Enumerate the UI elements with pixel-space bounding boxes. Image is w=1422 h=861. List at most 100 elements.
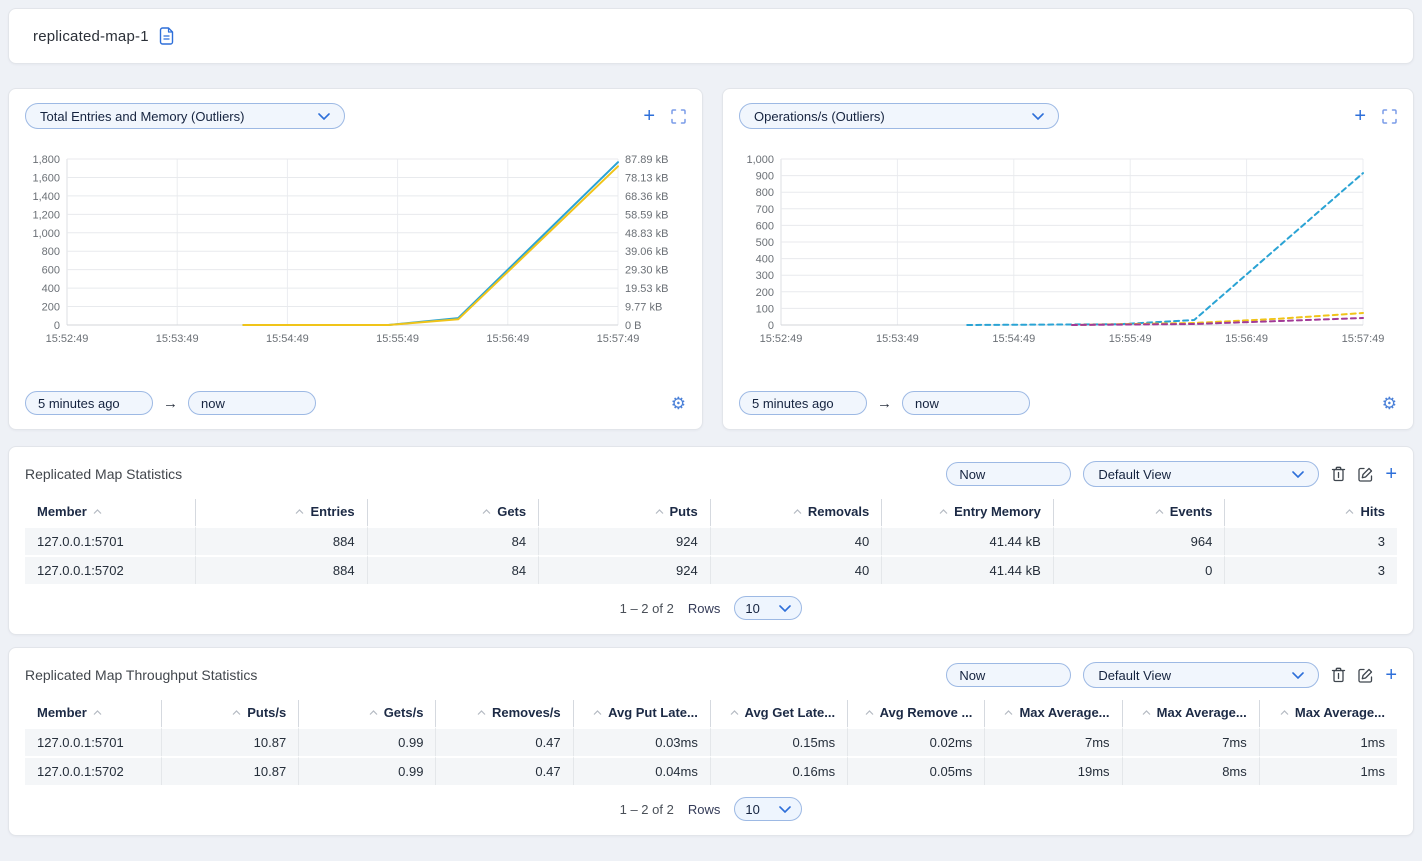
table-cell: 41.44 kB — [882, 555, 1054, 584]
table-cell: 884 — [196, 526, 368, 555]
edit-view-icon[interactable] — [1358, 467, 1373, 482]
column-header-member[interactable]: Member — [25, 499, 196, 526]
column-header-events[interactable]: Events — [1054, 499, 1226, 526]
table-cell: 0.99 — [299, 756, 436, 785]
time-to-input[interactable]: now — [902, 391, 1030, 415]
column-label: Avg Get Late... — [745, 705, 836, 720]
member-cell: 127.0.0.1:5701 — [25, 727, 162, 756]
member-cell: 127.0.0.1:5702 — [25, 555, 196, 584]
svg-text:29.30 kB: 29.30 kB — [625, 265, 668, 277]
entries-memory-line-chart: 15:52:4915:53:4915:54:4915:55:4915:56:49… — [25, 153, 686, 358]
table-cell: 3 — [1225, 526, 1397, 555]
document-icon[interactable] — [159, 27, 174, 45]
table-row[interactable]: 127.0.0.1:570110.870.990.470.03ms0.15ms0… — [25, 727, 1397, 756]
column-header-avg-remove[interactable]: Avg Remove ... — [848, 700, 985, 727]
settings-gear-icon[interactable]: ⚙ — [1382, 395, 1397, 412]
column-label: Removes/s — [492, 705, 561, 720]
fullscreen-icon[interactable] — [671, 109, 686, 124]
metric-select-value: Operations/s (Outliers) — [754, 109, 885, 124]
member-cell: 127.0.0.1:5702 — [25, 756, 162, 785]
sort-caret-icon — [295, 509, 304, 514]
add-chart-icon[interactable]: + — [1354, 106, 1366, 126]
svg-text:100: 100 — [756, 303, 774, 315]
time-point-input[interactable]: Now — [946, 663, 1071, 687]
column-header-max-average[interactable]: Max Average... — [1260, 700, 1397, 727]
delete-view-icon[interactable] — [1331, 466, 1346, 482]
svg-text:19.53 kB: 19.53 kB — [625, 283, 668, 295]
metric-select[interactable]: Operations/s (Outliers) — [739, 103, 1059, 129]
table-row[interactable]: 127.0.0.1:5702884849244041.44 kB03 — [25, 555, 1397, 584]
replicated-map-dashboard: replicated-map-1 Total Entries and Memor… — [0, 8, 1422, 861]
table-row[interactable]: 127.0.0.1:5701884849244041.44 kB9643 — [25, 526, 1397, 555]
rows-per-page-select[interactable]: 10 — [734, 797, 802, 821]
column-label: Max Average... — [1019, 705, 1109, 720]
svg-text:200: 200 — [42, 302, 60, 314]
add-view-icon[interactable]: + — [1385, 464, 1397, 484]
pagination-range: 1 – 2 of 2 — [620, 601, 674, 616]
operations-line-chart: 15:52:4915:53:4915:54:4915:55:4915:56:49… — [739, 153, 1397, 358]
table-cell: 884 — [196, 555, 368, 584]
rows-per-page-select[interactable]: 10 — [734, 596, 802, 620]
svg-text:600: 600 — [756, 220, 774, 232]
sort-caret-icon — [93, 509, 102, 514]
svg-text:15:57:49: 15:57:49 — [1342, 333, 1385, 345]
sort-caret-icon — [369, 710, 378, 715]
table-cell: 1ms — [1260, 727, 1397, 756]
svg-text:58.59 kB: 58.59 kB — [625, 209, 668, 221]
column-header-hits[interactable]: Hits — [1225, 499, 1397, 526]
metric-select[interactable]: Total Entries and Memory (Outliers) — [25, 103, 345, 129]
svg-text:48.83 kB: 48.83 kB — [625, 228, 668, 240]
table-cell: 10.87 — [162, 756, 299, 785]
svg-text:78.13 kB: 78.13 kB — [625, 172, 668, 184]
column-header-avg-put-late[interactable]: Avg Put Late... — [574, 700, 711, 727]
arrow-right-icon: → — [877, 395, 892, 412]
column-header-gets[interactable]: Gets — [368, 499, 540, 526]
add-chart-icon[interactable]: + — [643, 106, 655, 126]
edit-view-icon[interactable] — [1358, 668, 1373, 683]
time-from-input[interactable]: 5 minutes ago — [739, 391, 867, 415]
svg-text:15:53:49: 15:53:49 — [876, 333, 919, 345]
column-label: Member — [37, 705, 87, 720]
column-label: Entry Memory — [954, 504, 1041, 519]
table-cell: 0.05ms — [848, 756, 985, 785]
column-label: Avg Remove ... — [880, 705, 973, 720]
settings-gear-icon[interactable]: ⚙ — [671, 395, 686, 412]
column-header-removals[interactable]: Removals — [711, 499, 883, 526]
chart-series-total-entries — [243, 162, 618, 325]
delete-view-icon[interactable] — [1331, 667, 1346, 683]
svg-text:68.36 kB: 68.36 kB — [625, 191, 668, 203]
column-header-puts-s[interactable]: Puts/s — [162, 700, 299, 727]
svg-text:15:56:49: 15:56:49 — [1225, 333, 1268, 345]
column-header-avg-get-late[interactable]: Avg Get Late... — [711, 700, 848, 727]
time-to-input[interactable]: now — [188, 391, 316, 415]
table-cell: 8ms — [1123, 756, 1260, 785]
view-select[interactable]: Default View — [1083, 662, 1319, 688]
column-label: Removals — [808, 504, 869, 519]
time-point-input[interactable]: Now — [946, 462, 1071, 486]
svg-text:39.06 kB: 39.06 kB — [625, 246, 668, 258]
column-label: Gets — [497, 504, 526, 519]
svg-text:200: 200 — [756, 287, 774, 299]
column-header-puts[interactable]: Puts — [539, 499, 711, 526]
rows-per-page-value: 10 — [745, 802, 759, 817]
column-header-gets-s[interactable]: Gets/s — [299, 700, 436, 727]
column-header-max-average[interactable]: Max Average... — [1123, 700, 1260, 727]
sort-caret-icon — [730, 710, 739, 715]
column-header-entry-memory[interactable]: Entry Memory — [882, 499, 1054, 526]
column-header-member[interactable]: Member — [25, 700, 162, 727]
table-row[interactable]: 127.0.0.1:570210.870.990.470.04ms0.16ms0… — [25, 756, 1397, 785]
svg-text:15:55:49: 15:55:49 — [376, 333, 419, 345]
column-header-removes-s[interactable]: Removes/s — [436, 700, 573, 727]
sort-caret-icon — [477, 710, 486, 715]
time-from-input[interactable]: 5 minutes ago — [25, 391, 153, 415]
fullscreen-icon[interactable] — [1382, 109, 1397, 124]
svg-text:15:55:49: 15:55:49 — [1109, 333, 1152, 345]
column-header-entries[interactable]: Entries — [196, 499, 368, 526]
view-select[interactable]: Default View — [1083, 461, 1319, 487]
sort-caret-icon — [793, 509, 802, 514]
add-view-icon[interactable]: + — [1385, 665, 1397, 685]
column-header-max-average[interactable]: Max Average... — [985, 700, 1122, 727]
svg-text:1,000: 1,000 — [32, 228, 60, 240]
page-title: replicated-map-1 — [33, 28, 149, 45]
svg-text:900: 900 — [756, 171, 774, 183]
